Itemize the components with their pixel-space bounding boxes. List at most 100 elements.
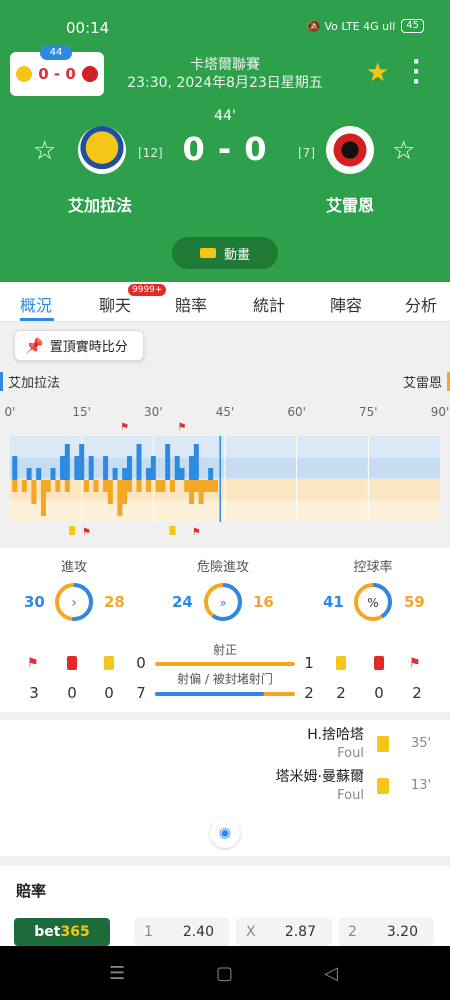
- favorite-star-icon[interactable]: ★: [366, 58, 389, 88]
- odds-away-key: 2: [348, 924, 357, 940]
- home-momentum-bar: [36, 468, 42, 480]
- follow-home-star-icon[interactable]: ☆: [33, 136, 56, 166]
- mini-score: 0 - 0: [38, 65, 76, 83]
- danger-label: 危險進攻: [196, 560, 249, 575]
- off-target-label: 射偏 / 被封堵射门: [177, 672, 273, 686]
- home-corner-marker: ⚑: [178, 422, 187, 433]
- odds-draw[interactable]: X 2.87: [236, 918, 332, 946]
- home-momentum-bar: [174, 456, 180, 480]
- away-corner-marker: ⚑: [192, 527, 201, 538]
- home-momentum-bar: [208, 468, 214, 480]
- home-corner-marker: ⚑: [120, 422, 129, 433]
- home-momentum-bar: [189, 456, 195, 480]
- whistle-icon: ◉: [210, 818, 240, 848]
- possession-label: 控球率: [353, 560, 393, 575]
- away-momentum-bar: [93, 480, 99, 492]
- away-red-card-icon: [374, 656, 384, 670]
- odds-home-key: 1: [144, 924, 153, 940]
- match-momentum-chart: 0' 15' 30' 45' 60' 75' 90' ⚑ ⚑ ⚑ ⚑: [5, 405, 450, 538]
- home-red-cards: 0: [67, 684, 77, 702]
- home-momentum-bar: [26, 468, 32, 480]
- possession-ring: %: [354, 583, 392, 621]
- away-momentum-bar: [31, 480, 37, 504]
- attack-away: 28: [104, 593, 125, 611]
- odds-draw-value: 2.87: [284, 924, 316, 940]
- away-momentum-bar: [117, 480, 123, 516]
- tab-odds[interactable]: 賠率: [175, 292, 207, 316]
- away-momentum-bar: [83, 480, 89, 492]
- follow-away-star-icon[interactable]: ☆: [392, 136, 415, 166]
- home-nav-icon[interactable]: ▢: [216, 963, 233, 984]
- home-crest-icon[interactable]: [78, 126, 126, 174]
- home-momentum-bar: [12, 456, 18, 480]
- home-red-card-icon: [67, 656, 77, 670]
- attack-ring: ›: [55, 583, 93, 621]
- timeline-tick: 75': [359, 405, 378, 419]
- on-target-home: 0: [136, 654, 146, 672]
- away-yellow-marker: [169, 526, 176, 535]
- system-nav-bar: ☰ ▢ ◁: [0, 946, 450, 1000]
- odds-draw-key: X: [246, 924, 256, 940]
- event-player[interactable]: H.捨哈塔: [307, 724, 364, 744]
- pin-live-score-button[interactable]: 📌 置頂實時比分: [14, 330, 144, 361]
- animation-button[interactable]: 動畫: [172, 237, 278, 269]
- tab-stats[interactable]: 統計: [253, 292, 285, 316]
- away-momentum-bar: [208, 480, 214, 492]
- home-momentum-bar: [112, 468, 118, 480]
- home-momentum-bar: [136, 444, 142, 480]
- home-momentum-bar: [150, 456, 156, 480]
- away-momentum-bar: [212, 480, 218, 492]
- stats-panel: 進攻 危險進攻 控球率 30 › 28 24 » 16 41 % 59 ⚑ 0 …: [0, 548, 450, 712]
- away-momentum-bar: [126, 480, 132, 492]
- tab-lineup[interactable]: 陣容: [330, 292, 362, 316]
- danger-away: 16: [253, 593, 274, 611]
- bet365-logo[interactable]: bet 365: [14, 918, 110, 946]
- home-yellow-card-icon: [104, 656, 114, 670]
- event-player[interactable]: 塔米姆·曼蘇爾: [276, 766, 364, 786]
- home-momentum-bar: [88, 456, 94, 480]
- back-nav-icon[interactable]: ◁: [324, 963, 338, 984]
- home-mini-crest-icon: [16, 66, 33, 82]
- away-team-name[interactable]: 艾雷恩: [290, 192, 410, 216]
- yellow-card-icon: [377, 736, 389, 752]
- tab-chat[interactable]: 聊天: [99, 292, 131, 316]
- away-rank: [7]: [298, 146, 315, 160]
- pin-label: 置頂實時比分: [49, 340, 128, 355]
- timeline-tick: 15': [72, 405, 91, 419]
- timeline-tick: 30': [144, 405, 163, 419]
- on-target-label: 射正: [212, 643, 237, 657]
- away-momentum-bar: [107, 480, 113, 504]
- home-yellow-cards: 0: [104, 684, 114, 702]
- menu-nav-icon[interactable]: ☰: [109, 963, 125, 984]
- odds-home[interactable]: 1 2.40: [134, 918, 230, 946]
- away-crest-icon[interactable]: [326, 126, 374, 174]
- match-score: 0 - 0: [182, 130, 268, 168]
- timeline-tick: 0': [5, 405, 16, 419]
- odds-away-value: 3.20: [386, 924, 418, 940]
- possession-home: 41: [323, 593, 344, 611]
- more-menu-icon[interactable]: · · ·: [412, 52, 420, 94]
- away-momentum-bar: [21, 480, 27, 492]
- tab-bar: 概況 聊天 賠率 統計 陣容 分析: [0, 282, 450, 322]
- yellow-card-icon: [377, 778, 389, 794]
- away-momentum-bar: [160, 480, 166, 492]
- timeline-tick: 45': [216, 405, 235, 419]
- tab-overview[interactable]: 概況: [20, 292, 52, 316]
- away-momentum-bar: [55, 480, 61, 492]
- timeline-tick: 60': [287, 405, 306, 419]
- tab-analysis[interactable]: 分析: [405, 292, 437, 316]
- away-momentum-bar: [136, 480, 142, 492]
- away-momentum-bar: [169, 480, 175, 492]
- event-note: Foul: [337, 788, 364, 803]
- status-icons: 🔕 Vo LTE 4G ull 45: [307, 19, 424, 33]
- home-team-name[interactable]: 艾加拉法: [40, 192, 160, 216]
- event-note: Foul: [337, 746, 364, 761]
- home-momentum-bar: [165, 444, 171, 480]
- tab-underline: [20, 318, 54, 321]
- away-momentum-bar: [12, 480, 18, 492]
- away-corner-marker: ⚑: [82, 527, 91, 538]
- odds-away[interactable]: 2 3.20: [338, 918, 434, 946]
- away-momentum-bar: [103, 480, 109, 492]
- away-corners: 2: [412, 684, 422, 702]
- timeline-away-label: 艾雷恩: [403, 372, 450, 391]
